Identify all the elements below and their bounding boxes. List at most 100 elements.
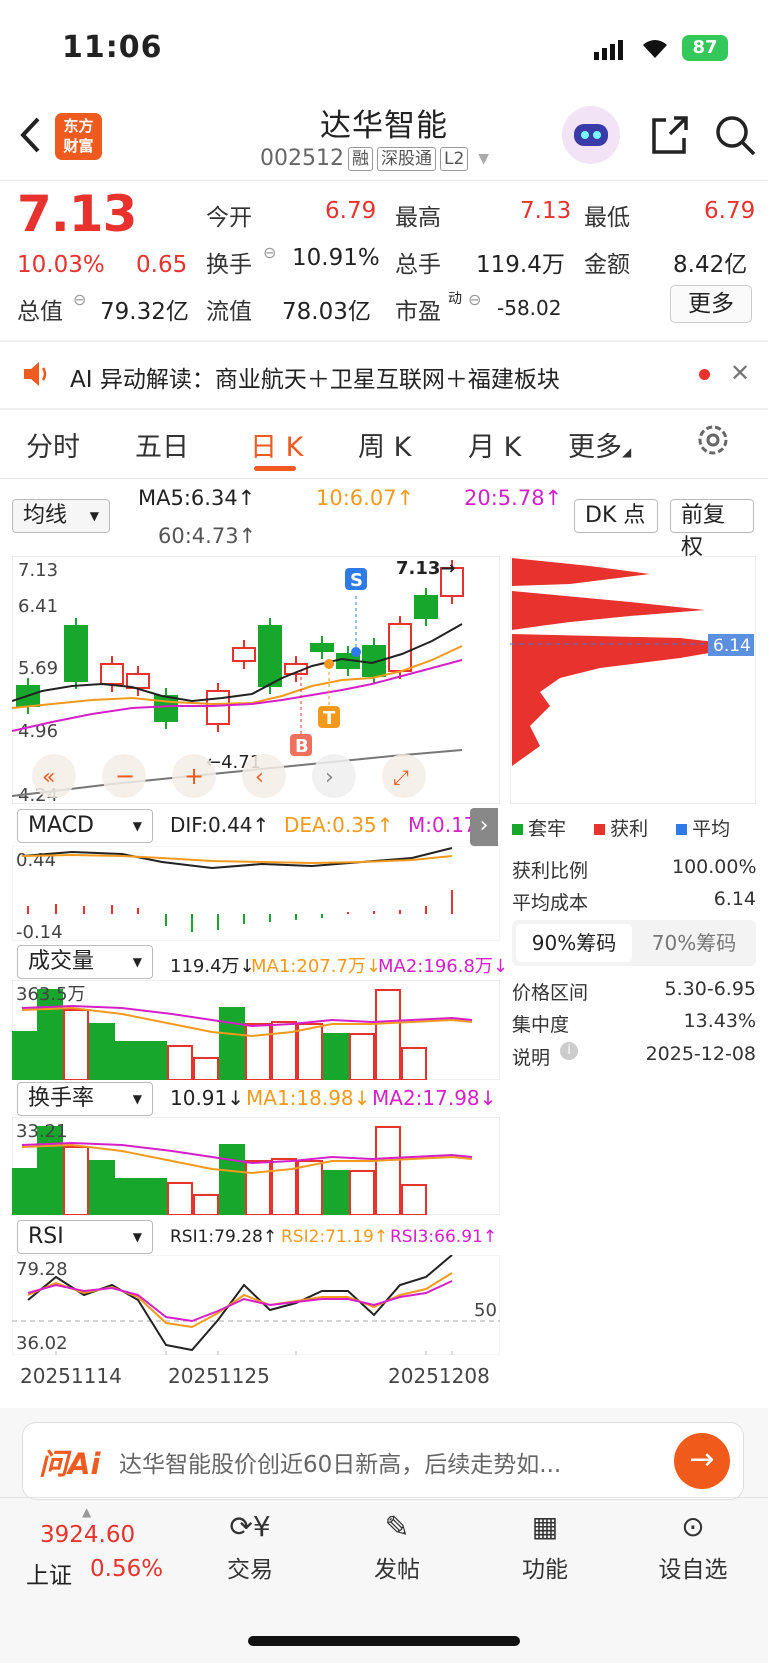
- info-dots-icon[interactable]: ⊖: [263, 243, 276, 262]
- bar: [89, 1023, 115, 1080]
- stock-code-row[interactable]: 002512 融 深股通 L2 ▼: [260, 146, 489, 171]
- ma-select-label: 均线: [23, 503, 68, 528]
- ma20-value: 20:5.78↑: [464, 486, 563, 510]
- chip-toggle: 90%筹码 70%筹码: [512, 920, 756, 966]
- mktcap-label: 总值: [17, 299, 63, 325]
- amount-value: 8.42亿: [673, 252, 748, 278]
- rsi-chart[interactable]: 79.28 36.02 50: [12, 1255, 500, 1355]
- macd-select[interactable]: MACD ▼: [17, 809, 153, 843]
- next-icon[interactable]: ›: [325, 765, 334, 790]
- turnover-chart[interactable]: 33.21: [12, 1117, 500, 1215]
- zoom-in-icon[interactable]: +: [184, 762, 204, 790]
- tab-week-k[interactable]: 周 K: [358, 425, 411, 464]
- prev-icon[interactable]: ‹: [255, 765, 264, 790]
- amount-label: 金额: [584, 252, 630, 278]
- battery-level: 87: [692, 37, 718, 58]
- ai-ask-bar[interactable]: 问Ai 达华智能股价创近60日新高，后续走势如... →: [22, 1422, 744, 1500]
- search-icon[interactable]: [714, 114, 758, 162]
- macd-tick: -0.14: [16, 922, 63, 941]
- dk-point-button[interactable]: DK 点: [574, 499, 658, 533]
- signal-t-text: T: [323, 708, 336, 729]
- ma60-value: 60:4.73↑: [158, 524, 257, 548]
- share-icon[interactable]: [648, 114, 690, 160]
- nav-post-label: 发帖: [374, 1557, 420, 1583]
- robot-avatar-icon[interactable]: [562, 106, 620, 164]
- info-dots-icon[interactable]: ⊖: [468, 290, 481, 309]
- more-circle-icon: ⊙: [681, 1510, 705, 1543]
- rsi-select[interactable]: RSI ▼: [17, 1220, 153, 1254]
- nav-post[interactable]: ✎ 发帖: [352, 1510, 442, 1584]
- ma-select[interactable]: 均线 ▼: [12, 499, 110, 533]
- chip-90-button[interactable]: 90%筹码: [516, 924, 632, 962]
- arrow-right-icon[interactable]: →: [674, 1433, 730, 1489]
- ai-prompt: 达华智能股价创近60日新高，后续走势如...: [119, 1452, 562, 1478]
- concentration-value: 13.43%: [683, 1010, 756, 1032]
- volume-value: 119.4万: [476, 252, 565, 278]
- index-value[interactable]: 3924.60: [40, 1522, 135, 1548]
- tab-day-k[interactable]: 日 K: [250, 425, 303, 464]
- close-icon[interactable]: ✕: [730, 359, 750, 387]
- volume-select[interactable]: 成交量 ▼: [17, 945, 153, 979]
- turnover-tick: 33.21: [16, 1121, 68, 1142]
- bar: [115, 1178, 141, 1215]
- nav-add-watch[interactable]: ⊙ 设自选: [648, 1510, 738, 1584]
- candle-body: [100, 663, 124, 685]
- ai-banner-text[interactable]: AI 异动解读：商业航天＋卫星互联网＋福建板块: [70, 360, 560, 394]
- collapse-panel-icon[interactable]: ›: [470, 808, 498, 846]
- zoom-out-icon[interactable]: −: [115, 762, 135, 790]
- volume-chart[interactable]: 363.5万: [12, 980, 500, 1080]
- nav-divider: [0, 1497, 768, 1498]
- note-date: 2025-12-08: [645, 1043, 756, 1065]
- candle-body: [414, 595, 438, 619]
- bar: [219, 1007, 245, 1080]
- candle-body: [232, 647, 256, 662]
- macd-dea: DEA:0.35↑: [284, 813, 394, 837]
- bar: [297, 1160, 323, 1215]
- info-dots-icon[interactable]: ⊖: [73, 290, 86, 309]
- rsi1-value: RSI1:79.28↑: [170, 1227, 278, 1247]
- speaker-icon: [20, 358, 52, 394]
- turnover-label: 换手: [206, 252, 252, 278]
- tabs-divider: [0, 478, 768, 479]
- bar: [193, 1194, 219, 1215]
- kline-tick: 5.69: [18, 658, 58, 679]
- date-mid: 20251125: [168, 1364, 270, 1388]
- rewind-icon[interactable]: «: [42, 765, 55, 790]
- gear-icon[interactable]: [696, 423, 730, 461]
- index-change[interactable]: 0.56%: [90, 1556, 163, 1582]
- float-value: 78.03亿: [282, 299, 371, 325]
- high-label: 最高: [395, 205, 441, 231]
- quote-divider: [0, 340, 768, 342]
- bar: [12, 1031, 37, 1080]
- tab-month-k[interactable]: 月 K: [468, 425, 521, 464]
- more-quote-button[interactable]: 更多: [670, 285, 752, 323]
- bar: [245, 1023, 271, 1080]
- tab-more[interactable]: 更多◢: [568, 425, 631, 464]
- kline-tick: 6.41: [18, 596, 58, 617]
- chip-distribution-chart[interactable]: 6.14: [510, 556, 756, 804]
- high-note: 7.13→: [396, 558, 456, 579]
- tab-minute[interactable]: 分时: [26, 425, 80, 464]
- adjust-price-button[interactable]: 前复权: [670, 499, 754, 560]
- signal-t-dot: [324, 659, 334, 669]
- turnover-value: 10.91%: [292, 245, 380, 271]
- low-value: 6.79: [704, 198, 756, 224]
- chip-70-button[interactable]: 70%筹码: [636, 924, 752, 962]
- rsi-tick: 79.28: [16, 1259, 68, 1280]
- date-end: 20251208: [388, 1364, 490, 1388]
- index-name[interactable]: 上证: [26, 1556, 72, 1590]
- macd-chart[interactable]: 0.44 -0.14: [12, 846, 500, 941]
- tab-five-day[interactable]: 五日: [135, 425, 189, 464]
- nav-trade[interactable]: ⟳¥ 交易: [205, 1510, 295, 1584]
- volume-label: 总手: [395, 252, 441, 278]
- expand-icon[interactable]: ⤢: [393, 765, 409, 789]
- info-icon[interactable]: i: [560, 1042, 578, 1060]
- concentration-label: 集中度: [512, 1014, 570, 1036]
- turnover-select[interactable]: 换手率 ▼: [17, 1082, 153, 1116]
- ma5-value: MA5:6.34↑: [138, 486, 256, 510]
- nav-function[interactable]: ▦ 功能: [500, 1510, 590, 1584]
- macd-m: M:0.17: [408, 813, 470, 837]
- bar: [63, 1009, 89, 1080]
- home-indicator: [248, 1636, 520, 1646]
- kline-chart[interactable]: 7.13 6.41 5.69 4.96 4.24 S T B 7.13→ ←4.…: [12, 556, 500, 804]
